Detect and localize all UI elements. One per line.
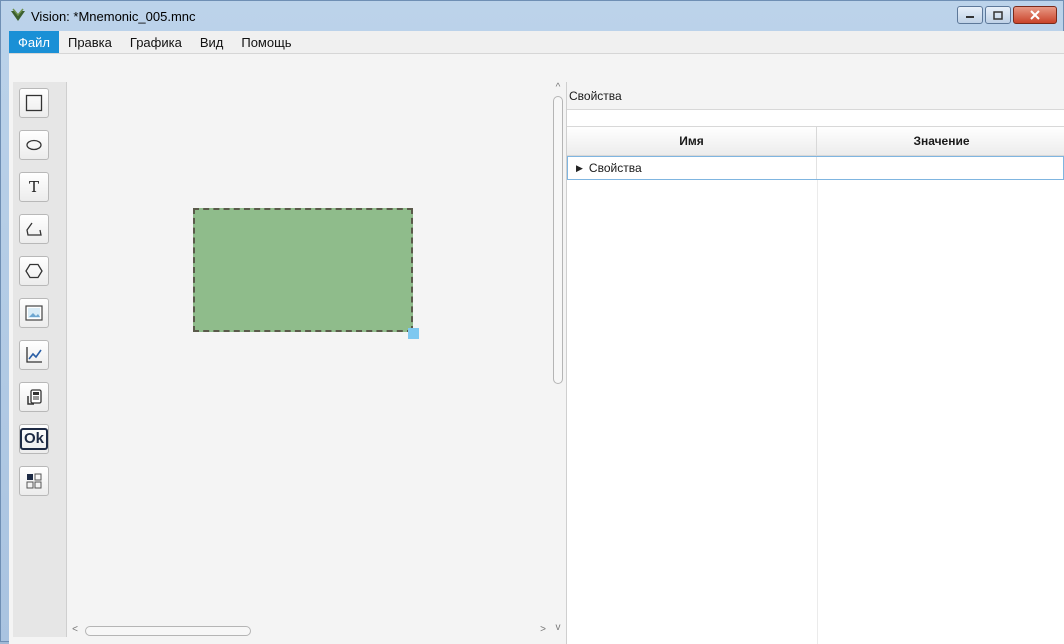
shape-toolbar: T Ok: [13, 82, 67, 637]
close-icon: [1030, 10, 1040, 20]
ellipse-icon: [26, 139, 42, 151]
polyline-tool-button[interactable]: [19, 214, 49, 244]
menu-graphics[interactable]: Графика: [121, 31, 191, 53]
scroll-left-icon[interactable]: <: [69, 624, 81, 636]
resize-handle[interactable]: [408, 328, 419, 339]
chart-tool-button[interactable]: [19, 340, 49, 370]
maximize-icon: [993, 10, 1003, 20]
device-tool-button[interactable]: [19, 382, 49, 412]
polyline-icon: [26, 222, 42, 236]
properties-table-row[interactable]: ▶ Свойства: [567, 156, 1064, 180]
minimize-icon: [966, 16, 974, 18]
text-icon: T: [28, 178, 39, 196]
polygon-tool-button[interactable]: [19, 256, 49, 286]
canvas-vertical-scrollbar[interactable]: ^ v: [550, 82, 566, 637]
canvas-horizontal-scrollbar[interactable]: < >: [67, 624, 550, 637]
selected-rectangle-shape[interactable]: [193, 208, 413, 332]
close-button[interactable]: [1013, 6, 1057, 24]
menu-bar: Файл Правка Графика Вид Помощь: [9, 31, 1064, 53]
grid-widget-icon: [26, 473, 42, 489]
ellipse-tool-button[interactable]: [19, 130, 49, 160]
column-header-value[interactable]: Значение: [817, 127, 1064, 155]
properties-panel-title: Свойства: [567, 82, 1064, 110]
menu-help[interactable]: Помощь: [232, 31, 300, 53]
column-divider: [817, 180, 818, 644]
menu-view[interactable]: Вид: [191, 31, 233, 53]
rectangle-icon: [25, 94, 43, 112]
rectangle-tool-button[interactable]: [19, 88, 49, 118]
image-icon: [25, 305, 43, 321]
properties-table-header: Имя Значение: [567, 126, 1064, 156]
title-bar[interactable]: Vision: *Mnemonic_005.mnc: [1, 1, 1063, 31]
expand-triangle-icon[interactable]: ▶: [576, 163, 583, 174]
window-title: Vision: *Mnemonic_005.mnc: [31, 8, 196, 24]
image-tool-button[interactable]: [19, 298, 49, 328]
polygon-icon: [25, 263, 43, 279]
horizontal-scroll-thumb[interactable]: [85, 626, 251, 636]
app-logo-icon: [11, 8, 25, 21]
print-device-icon: [27, 389, 42, 405]
chart-icon: [26, 347, 42, 363]
text-tool-button[interactable]: T: [19, 172, 49, 202]
grid-widget-tool-button[interactable]: [19, 466, 49, 496]
vertical-scroll-thumb[interactable]: [553, 96, 563, 384]
client-area: T Ok ^ v < > Свойства Имя Значение ▶ Сво…: [9, 53, 1064, 644]
properties-panel: Свойства Имя Значение ▶ Свойства: [566, 82, 1064, 644]
menu-file[interactable]: Файл: [9, 31, 59, 53]
scroll-right-icon[interactable]: >: [537, 624, 549, 636]
ok-button-icon: Ok: [20, 428, 49, 450]
drawing-canvas[interactable]: [67, 82, 553, 625]
menu-edit[interactable]: Правка: [59, 31, 121, 53]
minimize-button[interactable]: [957, 6, 983, 24]
maximize-button[interactable]: [985, 6, 1011, 24]
scroll-up-icon[interactable]: ^: [552, 82, 564, 94]
ok-button-tool-button[interactable]: Ok: [19, 424, 49, 454]
app-window: Vision: *Mnemonic_005.mnc Файл Правка Гр…: [0, 0, 1064, 644]
property-name: Свойства: [588, 161, 642, 175]
scroll-down-icon[interactable]: v: [552, 622, 564, 634]
column-header-name[interactable]: Имя: [567, 127, 817, 155]
